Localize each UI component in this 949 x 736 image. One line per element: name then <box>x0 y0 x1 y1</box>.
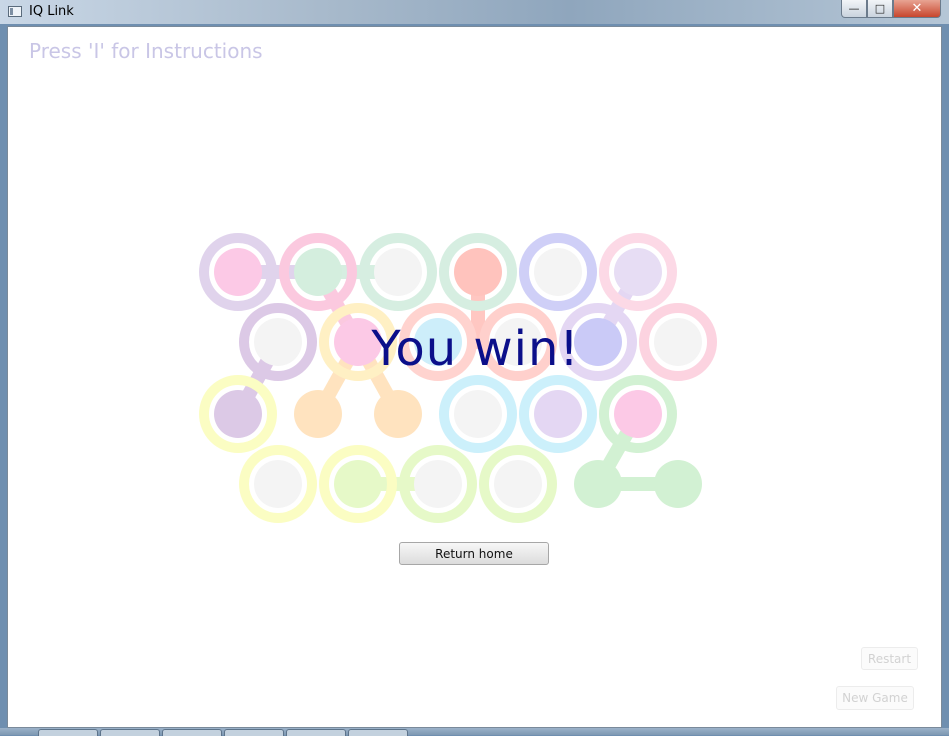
peg[interactable] <box>374 390 422 438</box>
peg[interactable] <box>239 445 317 523</box>
return-home-button[interactable]: Return home <box>399 542 549 565</box>
peg[interactable] <box>279 233 357 311</box>
new-game-button[interactable]: New Game <box>836 686 914 710</box>
minimize-icon: — <box>848 2 860 15</box>
peg[interactable] <box>399 445 477 523</box>
win-message: You win! <box>371 321 580 377</box>
close-button[interactable]: ✕ <box>893 0 941 18</box>
title-bar[interactable]: IQ Link — □ ✕ <box>0 0 949 24</box>
peg[interactable] <box>599 375 677 453</box>
peg[interactable] <box>199 233 277 311</box>
peg[interactable] <box>519 375 597 453</box>
minimize-button[interactable]: — <box>841 0 867 18</box>
row-3 <box>199 375 677 453</box>
peg[interactable] <box>439 375 517 453</box>
peg[interactable] <box>599 233 677 311</box>
app-window: IQ Link — □ ✕ Press 'I' for Instructions <box>0 0 949 736</box>
peg[interactable] <box>359 233 437 311</box>
peg[interactable] <box>574 460 622 508</box>
peg[interactable] <box>199 375 277 453</box>
close-icon: ✕ <box>911 1 923 16</box>
game-board <box>199 233 717 523</box>
peg[interactable] <box>479 445 557 523</box>
window-title: IQ Link <box>29 4 74 19</box>
restart-button[interactable]: Restart <box>861 647 918 670</box>
peg[interactable] <box>519 233 597 311</box>
maximize-icon: □ <box>874 2 886 15</box>
peg[interactable] <box>294 390 342 438</box>
peg[interactable] <box>319 445 397 523</box>
maximize-button[interactable]: □ <box>867 0 893 18</box>
peg[interactable] <box>439 233 517 311</box>
row-1 <box>199 233 677 311</box>
peg[interactable] <box>654 460 702 508</box>
game-area: Press 'I' for Instructions You win! Retu… <box>7 26 942 728</box>
app-icon <box>8 6 22 17</box>
